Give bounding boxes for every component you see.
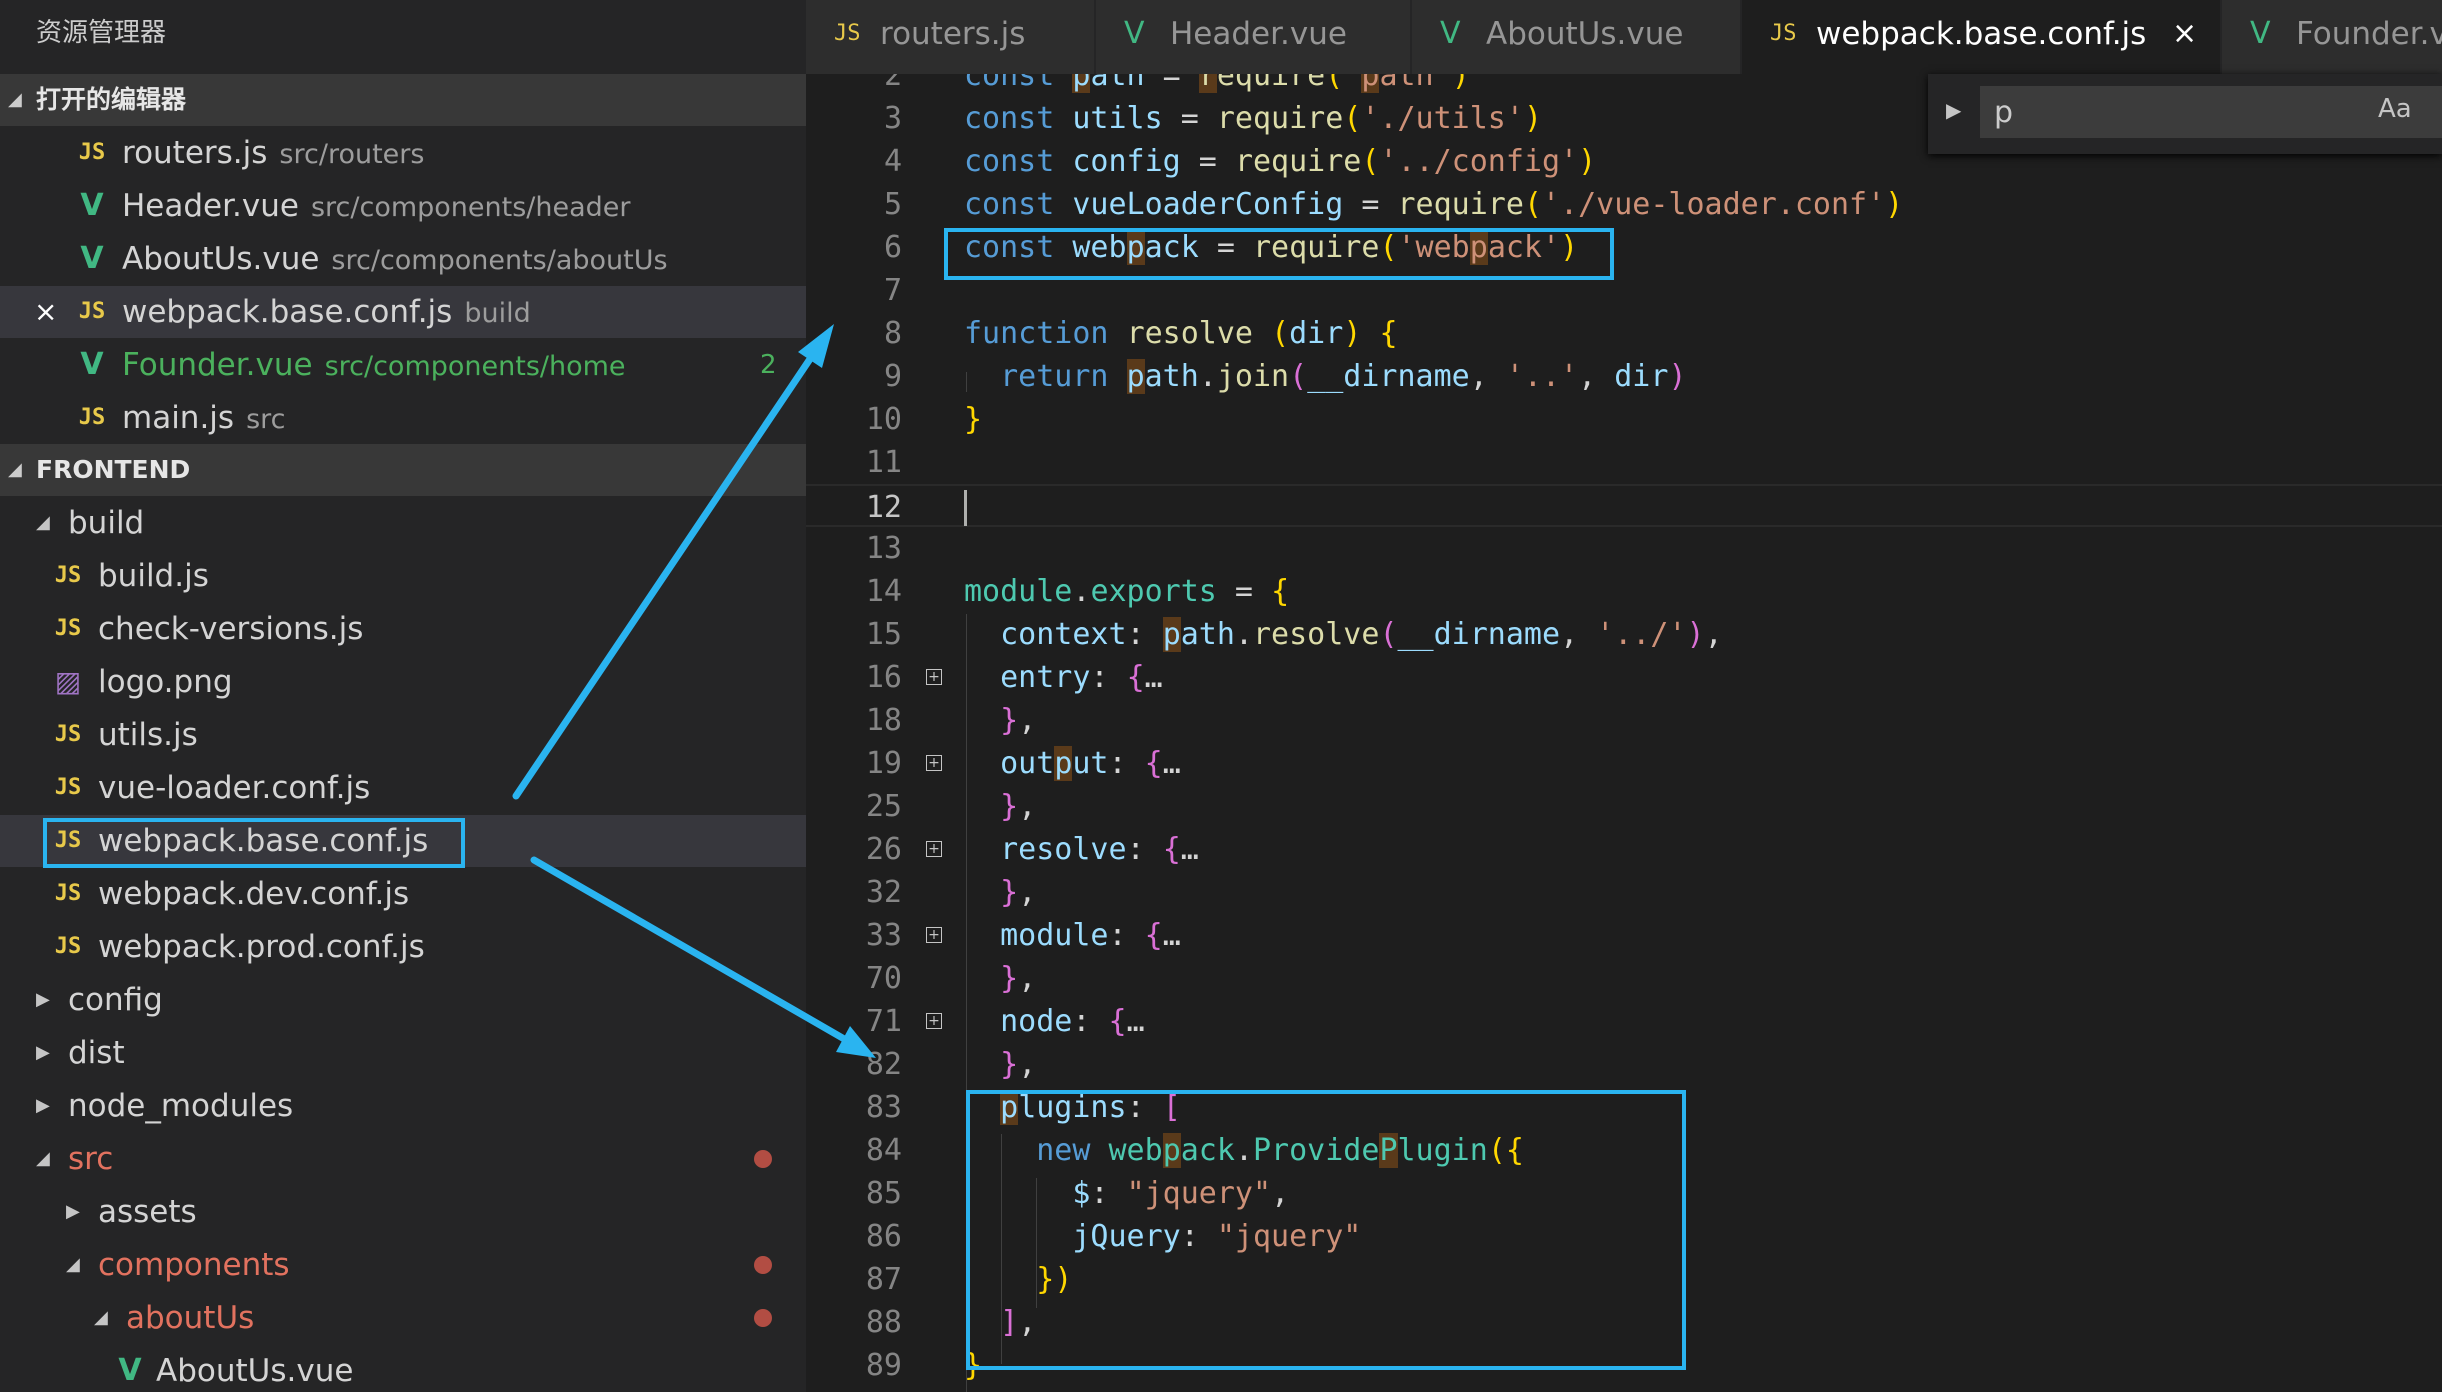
explorer-sidebar: 资源管理器 ◢ 打开的编辑器 JS routers.js src/routers … — [0, 0, 806, 1392]
code-line: 5 const vueLoaderConfig = require('./vue-… — [883, 187, 1904, 222]
editor-tab-bar: JS routers.js V Header.vue V AboutUs.vue… — [806, 0, 2442, 74]
js-file-icon: JS — [54, 881, 82, 906]
fold-expand-icon[interactable]: + — [926, 669, 942, 685]
code-line: 33 + module: {… — [865, 918, 1181, 953]
code-line: 82 }, — [865, 1047, 1037, 1082]
tab-routers[interactable]: JS routers.js — [806, 0, 1096, 74]
modified-dot — [754, 1309, 772, 1327]
js-file-icon: JS — [54, 934, 82, 959]
fold-expand-icon[interactable]: + — [926, 755, 942, 771]
js-file-icon: JS — [1770, 21, 1797, 46]
tree-folder-config[interactable]: ▶ config — [0, 974, 806, 1026]
tab-webpack-base[interactable]: JS webpack.base.conf.js × — [1742, 0, 2222, 74]
highlight-box-plugins — [966, 1090, 1686, 1370]
chevron-down-icon: ◢ — [8, 459, 22, 480]
find-widget: ▶ Aa — [1928, 74, 2442, 154]
match-case-toggle[interactable]: Aa — [2378, 94, 2412, 124]
highlight-box-sidebar-file — [43, 818, 465, 868]
js-file-icon: JS — [78, 299, 106, 324]
tree-file-webpack-prod[interactable]: JS webpack.prod.conf.js — [0, 921, 806, 973]
js-file-icon: JS — [54, 616, 82, 641]
tree-file-check-versions[interactable]: JS check-versions.js — [0, 603, 806, 655]
js-file-icon: JS — [78, 140, 106, 165]
code-line: 11 — [865, 445, 902, 480]
tree-file-utils[interactable]: JS utils.js — [0, 709, 806, 761]
open-editor-item-aboutus[interactable]: V AboutUs.vue src/components/aboutUs — [0, 233, 806, 285]
close-icon[interactable]: × — [34, 286, 57, 338]
code-line: 9 return path.join(__dirname, '..', dir) — [883, 359, 1687, 394]
text-cursor — [964, 490, 967, 526]
vue-file-icon: V — [1124, 16, 1145, 51]
tree-folder-aboutus[interactable]: ◢ aboutUs — [0, 1292, 806, 1344]
open-editor-item-founder[interactable]: V Founder.vue src/components/home 2 — [0, 339, 806, 391]
fold-expand-icon[interactable]: + — [926, 841, 942, 857]
vue-file-icon: V — [1440, 16, 1461, 51]
code-line: 10} — [865, 402, 983, 437]
image-file-icon: ▨ — [54, 665, 82, 698]
code-line: 25 }, — [865, 789, 1037, 824]
tree-folder-node-modules[interactable]: ▶ node_modules — [0, 1080, 806, 1132]
highlight-box-require-webpack — [944, 228, 1614, 280]
fold-expand-icon[interactable]: + — [926, 927, 942, 943]
vue-file-icon: V — [80, 241, 104, 276]
code-line: 15 context: path.resolve(__dirname, '../… — [865, 617, 1723, 652]
code-line: 18 }, — [865, 703, 1037, 738]
code-line: 8 function resolve (dir) { — [883, 316, 1398, 351]
chevron-right-icon: ▶ — [36, 989, 50, 1010]
tree-file-aboutus-vue[interactable]: V AboutUs.vue — [0, 1345, 806, 1392]
chevron-down-icon: ◢ — [36, 512, 50, 533]
vue-file-icon: V — [80, 347, 104, 382]
code-line: 14 module.exports = { — [865, 574, 1290, 609]
chevron-right-icon[interactable]: ▶ — [1946, 98, 1961, 122]
tree-file-logo[interactable]: ▨ logo.png — [0, 656, 806, 708]
tree-folder-dist[interactable]: ▶ dist — [0, 1027, 806, 1079]
tab-aboutus[interactable]: V AboutUs.vue — [1412, 0, 1742, 74]
code-line: 70 }, — [865, 961, 1037, 996]
close-icon[interactable]: × — [2172, 0, 2197, 68]
chevron-down-icon: ◢ — [66, 1254, 80, 1275]
modified-dot — [754, 1256, 772, 1274]
tree-file-build-js[interactable]: JS build.js — [0, 550, 806, 602]
js-file-icon: JS — [54, 722, 82, 747]
current-line: 12 — [806, 484, 2442, 527]
js-file-icon: JS — [834, 21, 861, 46]
chevron-right-icon: ▶ — [36, 1095, 50, 1116]
js-file-icon: JS — [54, 775, 82, 800]
code-line: 26 + resolve: {… — [865, 832, 1199, 867]
open-editor-item-main[interactable]: JS main.js src — [0, 392, 806, 444]
tab-founder[interactable]: V Founder.vue — [2222, 0, 2442, 74]
problems-badge: 2 — [760, 350, 777, 380]
code-line: 13 — [865, 531, 902, 566]
chevron-down-icon: ◢ — [8, 89, 22, 110]
tree-folder-src[interactable]: ◢ src — [0, 1133, 806, 1185]
vue-file-icon: V — [80, 188, 104, 223]
tree-file-vue-loader[interactable]: JS vue-loader.conf.js — [0, 762, 806, 814]
chevron-right-icon: ▶ — [36, 1042, 50, 1063]
open-editor-item-webpack-base[interactable]: × JS webpack.base.conf.js build — [0, 286, 806, 338]
tree-folder-build[interactable]: ◢ build — [0, 497, 806, 549]
code-line: 71 + node: {… — [865, 1004, 1145, 1039]
chevron-down-icon: ◢ — [94, 1307, 108, 1328]
tree-file-webpack-dev[interactable]: JS webpack.dev.conf.js — [0, 868, 806, 920]
vue-file-icon: V — [2250, 16, 2271, 51]
tab-header[interactable]: V Header.vue — [1096, 0, 1412, 74]
modified-dot — [754, 1150, 772, 1168]
vue-file-icon: V — [118, 1353, 142, 1388]
tree-folder-components[interactable]: ◢ components — [0, 1239, 806, 1291]
chevron-down-icon: ◢ — [36, 1148, 50, 1169]
code-line: 16 + entry: {… — [865, 660, 1163, 695]
js-file-icon: JS — [54, 563, 82, 588]
explorer-title: 资源管理器 — [36, 18, 167, 48]
open-editors-header[interactable]: ◢ 打开的编辑器 — [0, 74, 806, 126]
code-line: 19 + output: {… — [865, 746, 1181, 781]
fold-expand-icon[interactable]: + — [926, 1013, 942, 1029]
js-file-icon: JS — [78, 405, 106, 430]
tree-folder-assets[interactable]: ▶ assets — [0, 1186, 806, 1238]
open-editor-item-header[interactable]: V Header.vue src/components/header — [0, 180, 806, 232]
chevron-right-icon: ▶ — [66, 1201, 80, 1222]
open-editor-item-routers[interactable]: JS routers.js src/routers — [0, 127, 806, 179]
find-input[interactable] — [1980, 86, 2442, 138]
code-line: 32 }, — [865, 875, 1037, 910]
project-header[interactable]: ◢ FRONTEND — [0, 444, 806, 496]
